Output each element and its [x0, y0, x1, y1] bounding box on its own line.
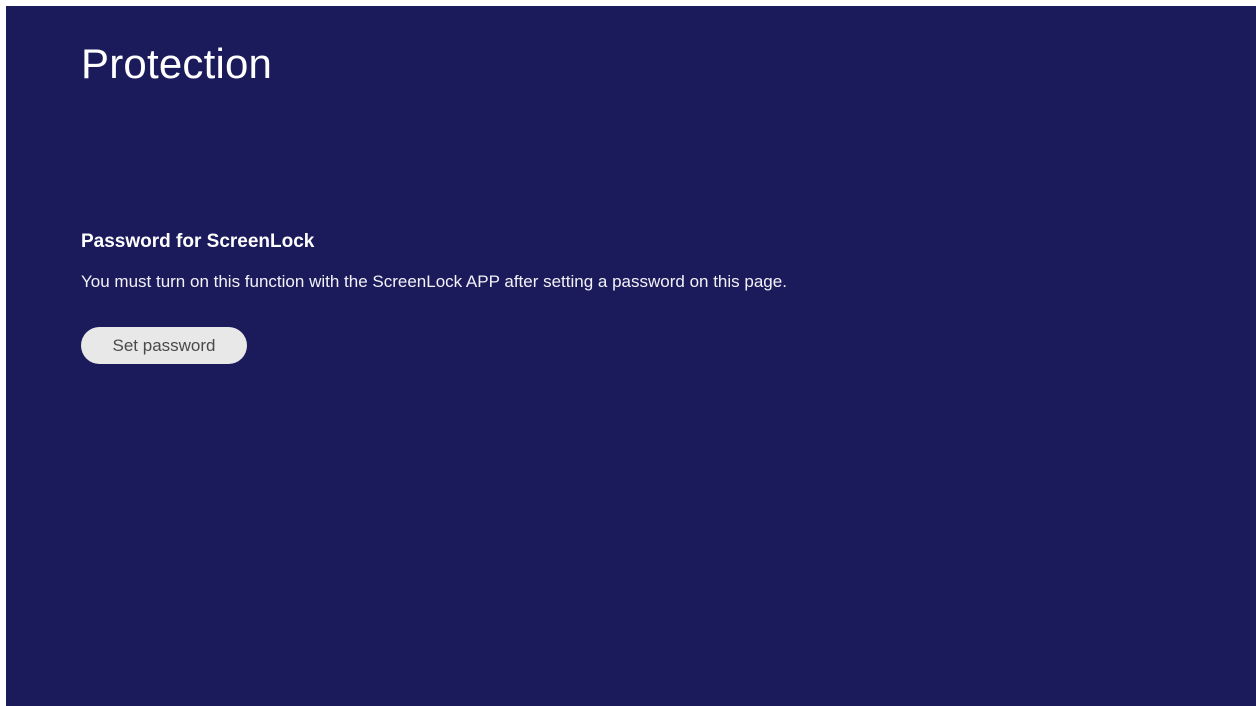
screenlock-password-description: You must turn on this function with the … [81, 272, 787, 291]
settings-screen: Protection Password for ScreenLock You m… [6, 6, 1256, 706]
screenlock-password-heading: Password for ScreenLock [81, 231, 315, 252]
page-title: Protection [81, 40, 273, 87]
set-password-button[interactable]: Set password [81, 327, 247, 364]
